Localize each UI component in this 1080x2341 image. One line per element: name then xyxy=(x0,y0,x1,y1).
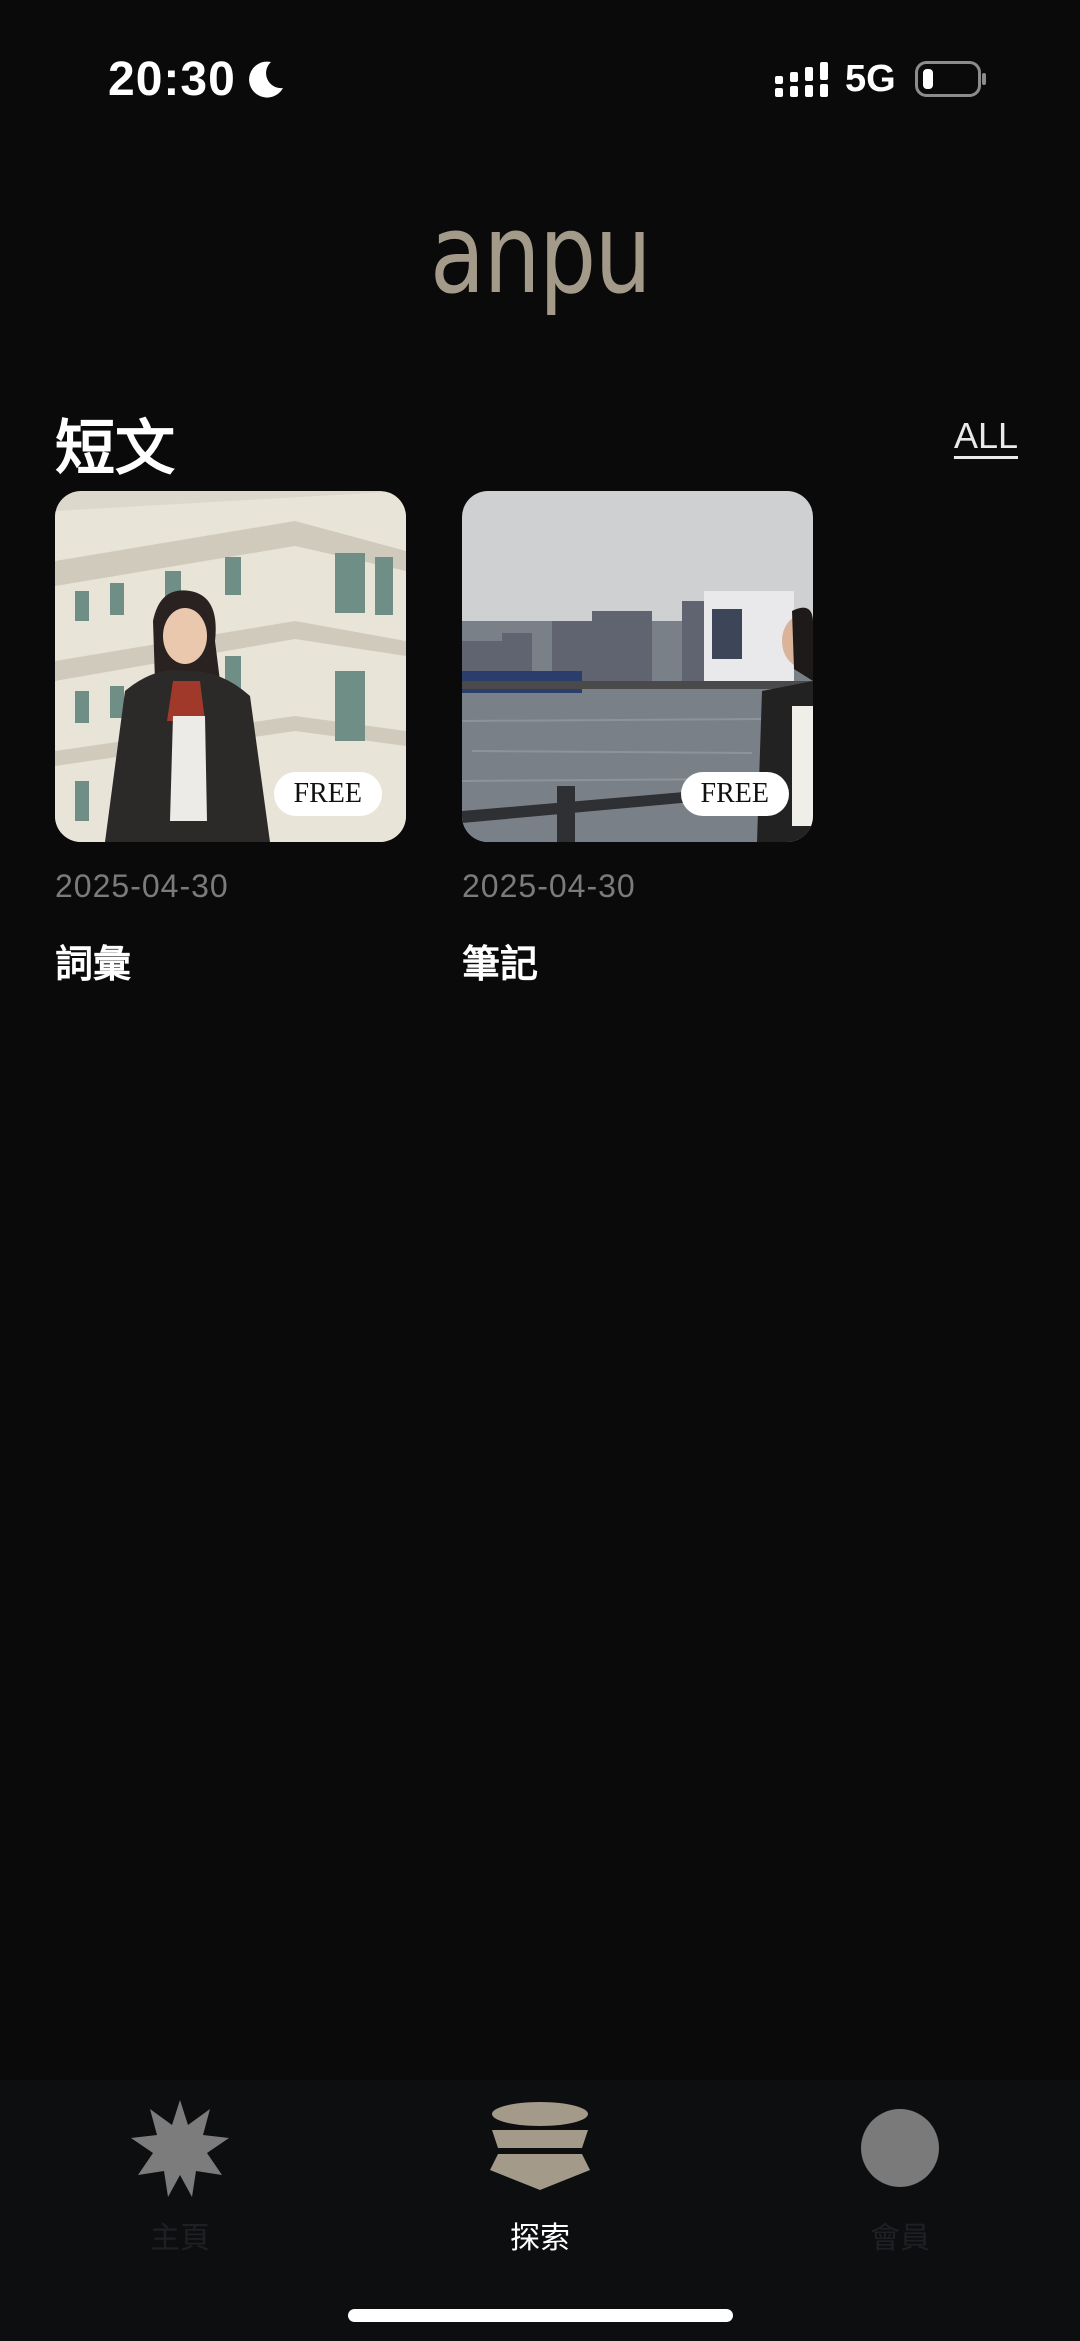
circle-icon xyxy=(861,2109,939,2187)
network-label: 5G xyxy=(845,58,896,100)
stack-layers-icon xyxy=(490,2102,590,2190)
section-title: 短文 xyxy=(55,415,175,482)
article-card[interactable]: FREE 2025-04-30 筆記 xyxy=(462,491,813,988)
tab-home[interactable]: 主頁 xyxy=(0,2080,360,2280)
moon-icon xyxy=(249,61,283,98)
status-time: 20:30 xyxy=(108,53,236,106)
tab-member[interactable]: 會員 xyxy=(720,2080,1080,2280)
tab-label: 主頁 xyxy=(150,2222,210,2255)
free-badge: FREE xyxy=(273,772,382,816)
article-thumbnail: FREE xyxy=(462,491,813,842)
tab-label: 探索 xyxy=(510,2222,570,2255)
article-thumbnail: FREE xyxy=(55,491,406,842)
view-all-link[interactable]: ALL xyxy=(954,415,1018,457)
status-bar: 20:30 5G xyxy=(0,0,1080,160)
bottom-tab-bar: 主頁 探索 會員 xyxy=(0,2080,1080,2341)
card-title: 詞彙 xyxy=(55,944,132,986)
card-title: 筆記 xyxy=(462,944,539,986)
battery-icon xyxy=(915,61,986,97)
tab-label: 會員 xyxy=(870,2222,930,2255)
card-date: 2025-04-30 xyxy=(462,868,636,904)
article-card[interactable]: FREE 2025-04-30 詞彙 xyxy=(55,491,406,988)
signal-icon xyxy=(775,62,828,97)
card-date: 2025-04-30 xyxy=(55,868,229,904)
app-logo: anpu xyxy=(429,190,652,318)
home-indicator[interactable] xyxy=(348,2309,733,2322)
starburst-icon xyxy=(131,2100,229,2197)
tab-explore[interactable]: 探索 xyxy=(360,2080,720,2280)
free-badge: FREE xyxy=(680,772,789,816)
